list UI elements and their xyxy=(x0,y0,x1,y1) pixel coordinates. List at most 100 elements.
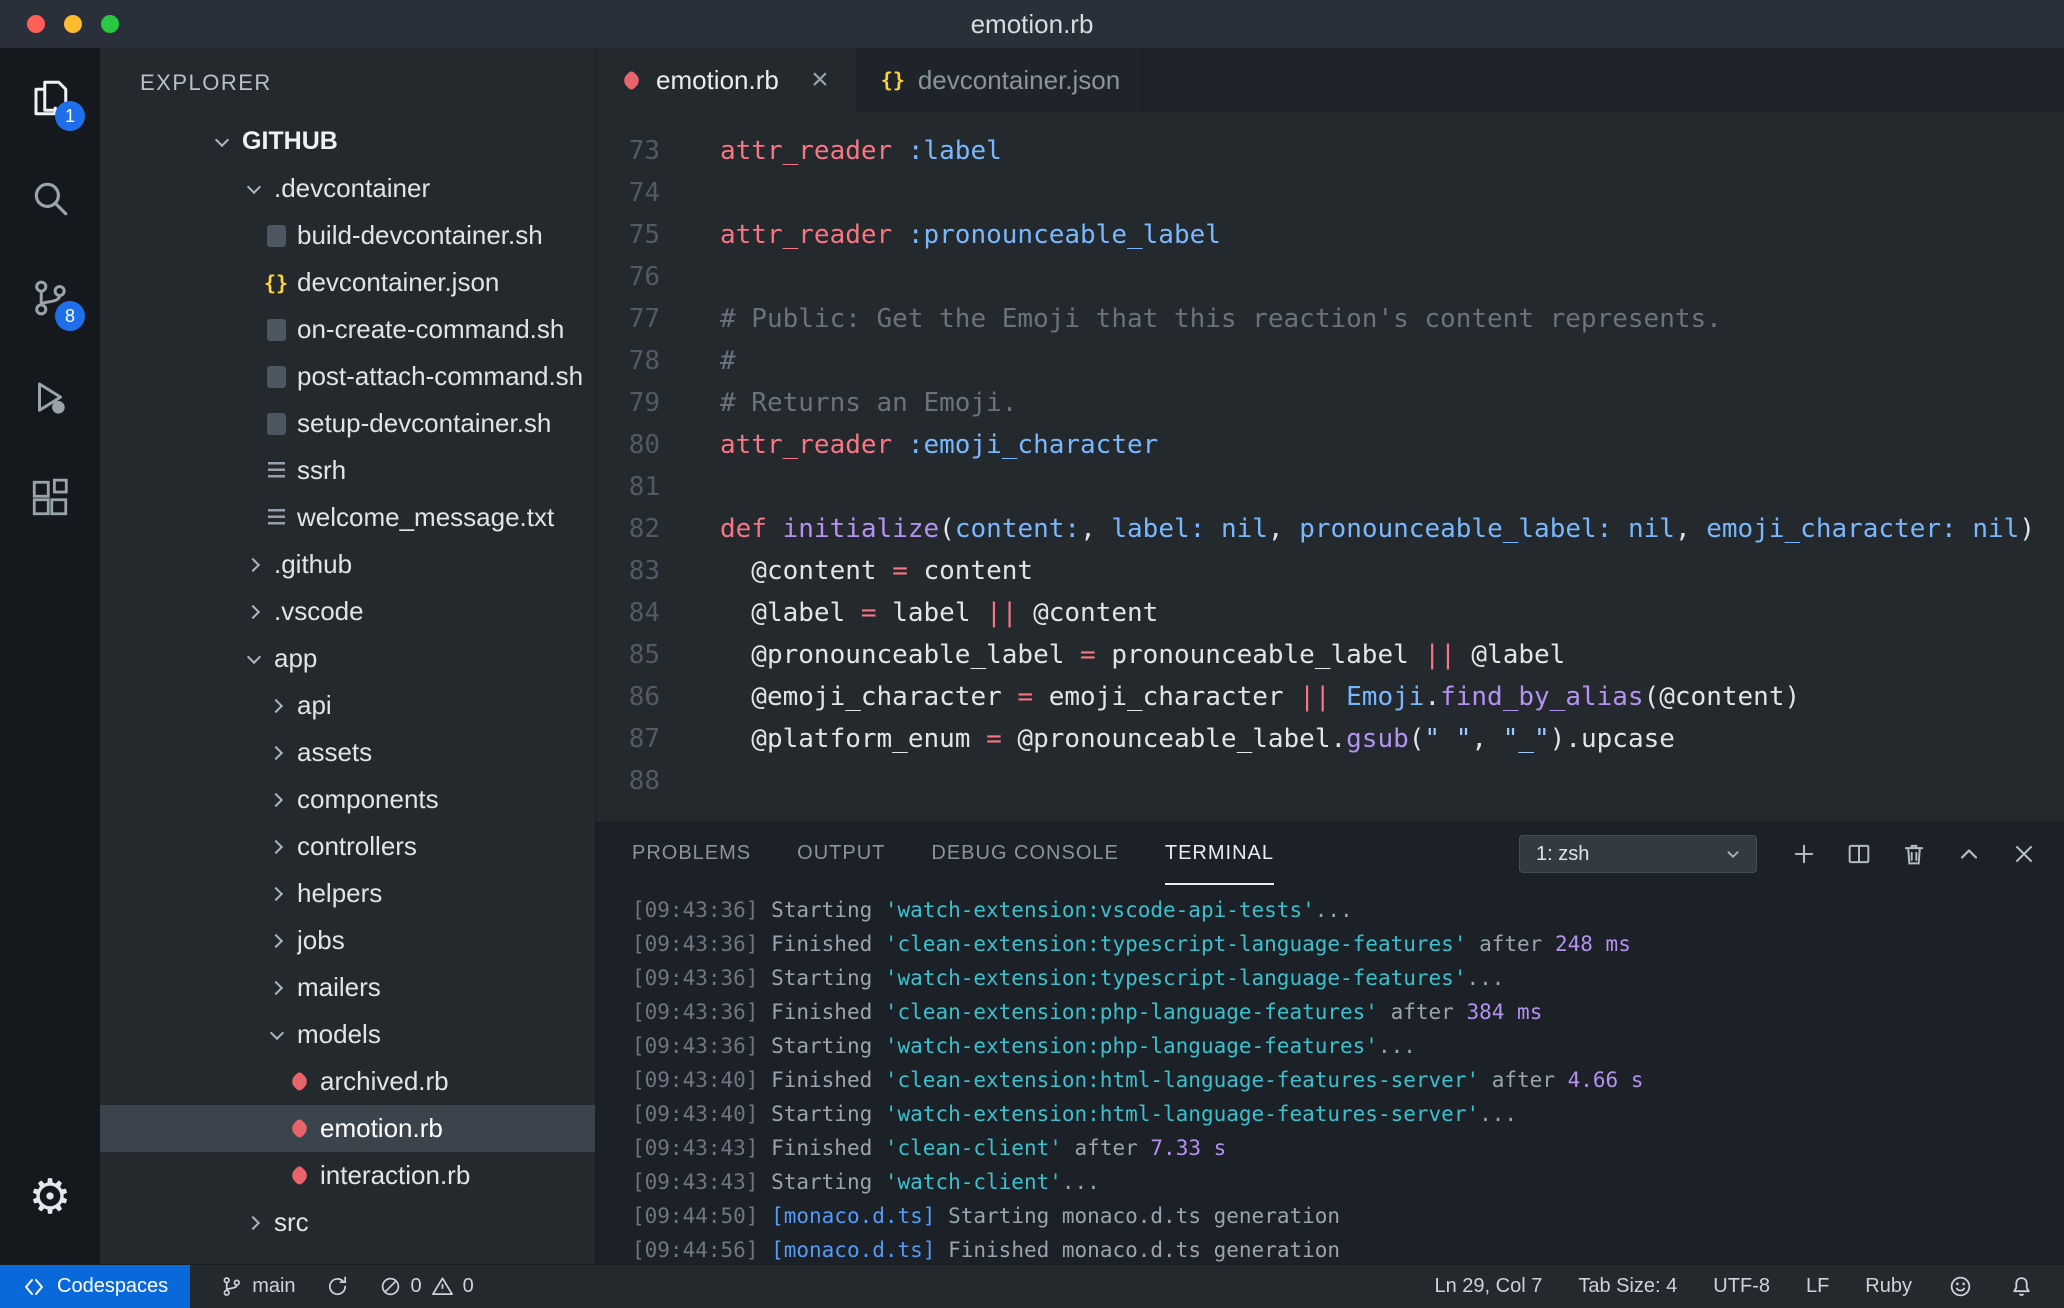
tree-item-.github[interactable]: .github xyxy=(100,541,595,588)
tree-item-.devcontainer[interactable]: .devcontainer xyxy=(100,165,595,212)
code-line-88[interactable]: 88 xyxy=(596,760,2064,802)
zoom-button[interactable] xyxy=(101,15,119,33)
tree-item-archived.rb[interactable]: archived.rb xyxy=(100,1058,595,1105)
line-number[interactable]: 85 xyxy=(596,640,706,670)
tree-item-devcontainer.json[interactable]: devcontainer.json xyxy=(100,259,595,306)
code-line-84[interactable]: 84 @label = label || @content xyxy=(596,592,2064,634)
line-number[interactable]: 81 xyxy=(596,472,706,502)
tree-item-helpers[interactable]: helpers xyxy=(100,870,595,917)
minimize-button[interactable] xyxy=(64,15,82,33)
feedback-smiley-icon[interactable] xyxy=(1948,1274,1973,1299)
tree-item-assets[interactable]: assets xyxy=(100,729,595,776)
bottom-panel: PROBLEMS OUTPUT DEBUG CONSOLE TERMINAL 1… xyxy=(596,822,2064,1264)
tree-item-setup-devcontainer.sh[interactable]: setup-devcontainer.sh xyxy=(100,400,595,447)
tree-item-models[interactable]: models xyxy=(100,1011,595,1058)
close-panel-icon[interactable] xyxy=(2010,840,2038,868)
tree-item-.vscode[interactable]: .vscode xyxy=(100,588,595,635)
new-terminal-icon[interactable] xyxy=(1790,840,1818,868)
notifications-bell-icon[interactable] xyxy=(2009,1274,2034,1299)
line-number[interactable]: 88 xyxy=(596,766,706,796)
code-line-74[interactable]: 74 xyxy=(596,172,2064,214)
tree-item-ssrh[interactable]: ssrh xyxy=(100,447,595,494)
tree-item-app[interactable]: app xyxy=(100,635,595,682)
tab-size-status[interactable]: Tab Size: 4 xyxy=(1578,1275,1677,1298)
tab-bar: emotion.rb devcontainer.json xyxy=(596,48,2064,112)
cursor-position-status[interactable]: Ln 29, Col 7 xyxy=(1434,1275,1542,1298)
extensions-view-button[interactable] xyxy=(0,448,100,548)
tree-item-controllers[interactable]: controllers xyxy=(100,823,595,870)
tree-item-mailers[interactable]: mailers xyxy=(100,964,595,1011)
panel-tab-debug-console[interactable]: DEBUG CONSOLE xyxy=(931,823,1118,885)
tree-item-post-attach-command.sh[interactable]: post-attach-command.sh xyxy=(100,353,595,400)
panel-tab-output[interactable]: OUTPUT xyxy=(797,823,885,885)
tree-section-github[interactable]: GITHUB xyxy=(100,118,595,165)
line-number[interactable]: 78 xyxy=(596,346,706,376)
tree-item-src[interactable]: src xyxy=(100,1199,595,1246)
encoding-status[interactable]: UTF-8 xyxy=(1713,1275,1770,1298)
line-number[interactable]: 76 xyxy=(596,262,706,292)
line-number[interactable]: 86 xyxy=(596,682,706,712)
line-number[interactable]: 83 xyxy=(596,556,706,586)
settings-gear-button[interactable] xyxy=(0,1148,100,1248)
code-line-87[interactable]: 87 @platform_enum = @pronounceable_label… xyxy=(596,718,2064,760)
explorer-view-button[interactable]: 1 xyxy=(0,48,100,148)
panel-tab-terminal[interactable]: TERMINAL xyxy=(1164,823,1274,885)
tree-item-on-create-command.sh[interactable]: on-create-command.sh xyxy=(100,306,595,353)
line-number[interactable]: 75 xyxy=(596,220,706,250)
problems-status-button[interactable]: 0 0 xyxy=(379,1275,474,1298)
search-view-button[interactable] xyxy=(0,148,100,248)
code-line-80[interactable]: 80 attr_reader :emoji_character xyxy=(596,424,2064,466)
split-terminal-icon[interactable] xyxy=(1845,840,1873,868)
line-number[interactable]: 82 xyxy=(596,514,706,544)
panel-tab-problems[interactable]: PROBLEMS xyxy=(632,823,751,885)
code-line-81[interactable]: 81 xyxy=(596,466,2064,508)
branch-status-button[interactable]: main xyxy=(220,1275,296,1298)
tree-item-components[interactable]: components xyxy=(100,776,595,823)
close-button[interactable] xyxy=(27,15,45,33)
tree-item-welcome_message.txt[interactable]: welcome_message.txt xyxy=(100,494,595,541)
terminal-output[interactable]: [09:43:36] Starting 'watch-extension:vsc… xyxy=(596,885,2064,1264)
tab-emotion-rb[interactable]: emotion.rb xyxy=(596,48,858,112)
source-control-view-button[interactable]: 8 xyxy=(0,248,100,348)
codespaces-icon xyxy=(25,1278,43,1295)
code-line-73[interactable]: 73 attr_reader :label xyxy=(596,130,2064,172)
codespaces-status-button[interactable]: Codespaces xyxy=(0,1264,191,1308)
line-number[interactable]: 77 xyxy=(596,304,706,334)
tree-item-api[interactable]: api xyxy=(100,682,595,729)
terminal-shell-select[interactable]: 1: zsh xyxy=(1519,835,1757,873)
maximize-panel-chevron-icon[interactable] xyxy=(1955,840,1983,868)
code-line-75[interactable]: 75 attr_reader :pronounceable_label xyxy=(596,214,2064,256)
line-number[interactable]: 74 xyxy=(596,178,706,208)
tab-devcontainer-json[interactable]: devcontainer.json xyxy=(858,48,1144,112)
code-line-79[interactable]: 79 # Returns an Emoji. xyxy=(596,382,2064,424)
tree-item-emotion.rb[interactable]: emotion.rb xyxy=(100,1105,595,1152)
line-number[interactable]: 84 xyxy=(596,598,706,628)
language-mode-status[interactable]: Ruby xyxy=(1865,1275,1912,1298)
title-bar: emotion.rb xyxy=(0,0,2064,48)
code-line-86[interactable]: 86 @emoji_character = emoji_character ||… xyxy=(596,676,2064,718)
line-number[interactable]: 80 xyxy=(596,430,706,460)
line-number[interactable]: 79 xyxy=(596,388,706,418)
code-line-82[interactable]: 82 def initialize(content:, label: nil, p… xyxy=(596,508,2064,550)
run-debug-view-button[interactable] xyxy=(0,348,100,448)
tree-item-jobs[interactable]: jobs xyxy=(100,917,595,964)
line-number[interactable]: 87 xyxy=(596,724,706,754)
sync-changes-button[interactable] xyxy=(326,1275,349,1298)
text-file-icon xyxy=(263,458,289,484)
code-editor[interactable]: 73 attr_reader :label 74 75 attr_reader :pro… xyxy=(596,112,2064,822)
tree-item-build-devcontainer.sh[interactable]: build-devcontainer.sh xyxy=(100,212,595,259)
tree-item-label: ssrh xyxy=(297,455,347,485)
code-line-78[interactable]: 78 # xyxy=(596,340,2064,382)
code-line-85[interactable]: 85 @pronounceable_label = pronounceable_… xyxy=(596,634,2064,676)
tree-item-interaction.rb[interactable]: interaction.rb xyxy=(100,1152,595,1199)
kill-terminal-trash-icon[interactable] xyxy=(1900,840,1928,868)
code-line-77[interactable]: 77 # Public: Get the Emoji that this reac… xyxy=(596,298,2064,340)
code-line-76[interactable]: 76 xyxy=(596,256,2064,298)
ruby-file-icon xyxy=(286,1116,312,1142)
eol-status[interactable]: LF xyxy=(1806,1275,1829,1298)
line-number[interactable]: 73 xyxy=(596,136,706,166)
terminal-line: [09:43:36] Finished 'clean-extension:typ… xyxy=(632,932,1631,956)
close-tab-icon[interactable] xyxy=(805,65,835,95)
code-line-83[interactable]: 83 @content = content xyxy=(596,550,2064,592)
terminal-line: [09:44:50] [monaco.d.ts] Starting monaco… xyxy=(632,1204,1341,1228)
